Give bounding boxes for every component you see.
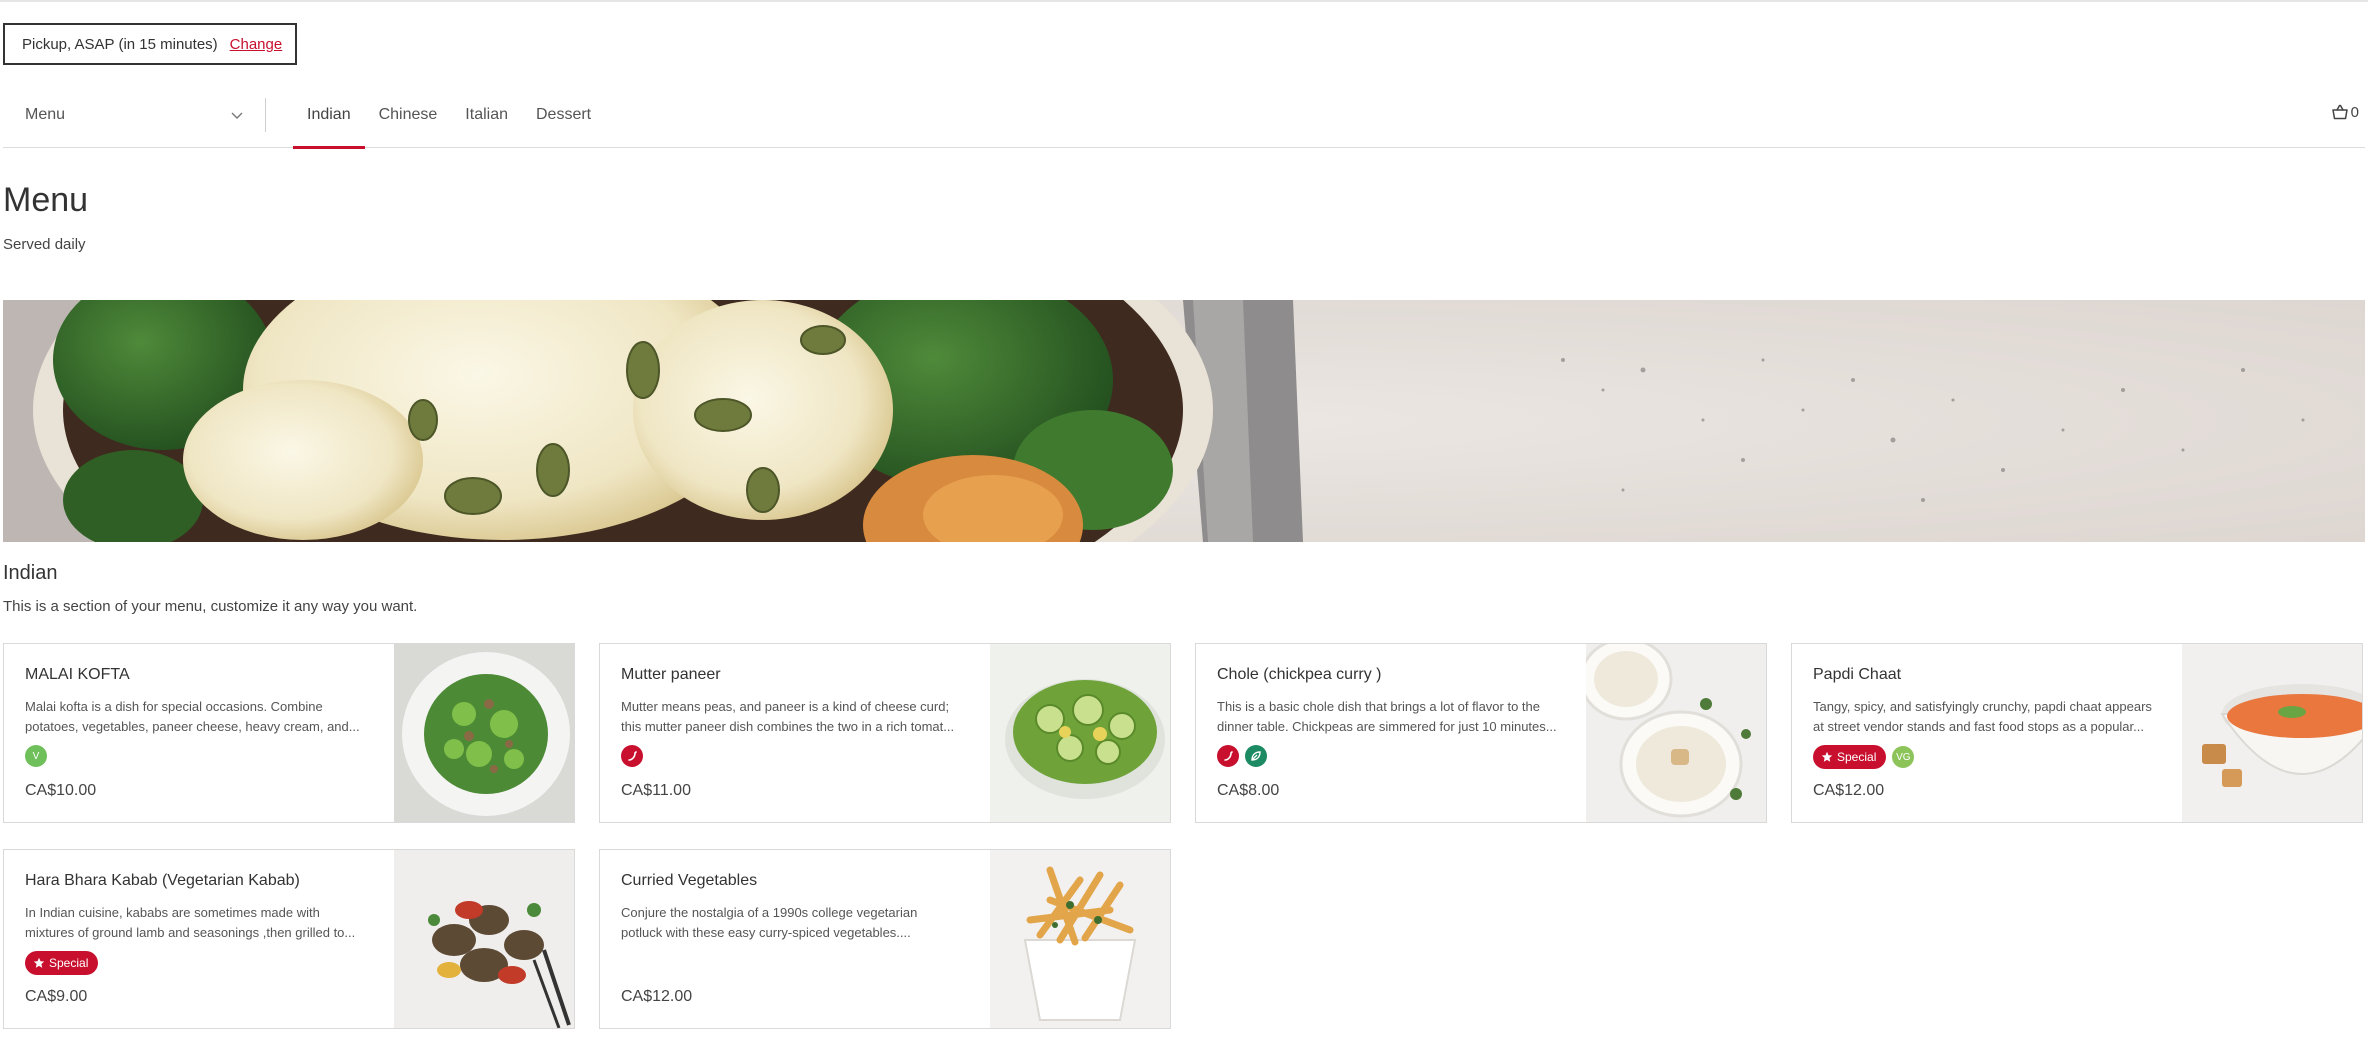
menu-item-name: Papdi Chaat: [1813, 666, 1902, 683]
menu-item-image: [2182, 644, 2362, 822]
menu-item-tags: [1217, 745, 1267, 767]
menu-item-tags: [621, 745, 643, 767]
vegan-badge: VG: [1892, 746, 1915, 768]
menu-item-price: CA$8.00: [1217, 782, 1280, 799]
cart-count: 0: [2350, 103, 2359, 121]
menu-item-info: MALAI KOFTA Malai kofta is a dish for sp…: [25, 644, 375, 822]
section-title: Indian: [3, 562, 58, 584]
menu-item-price: CA$12.00: [1813, 782, 1885, 799]
menu-item-name: Chole (chickpea curry ): [1217, 666, 1382, 683]
menu-item-description: This is a basic chole dish that brings a…: [1217, 699, 1557, 734]
menu-item-price: CA$9.00: [25, 988, 88, 1005]
tab-dessert[interactable]: Dessert: [522, 96, 605, 148]
pickup-text: Pickup, ASAP (in 15 minutes): [22, 35, 218, 53]
menu-item-name: Mutter paneer: [621, 666, 721, 683]
menu-item-image: [1586, 644, 1766, 822]
tab-italian[interactable]: Italian: [451, 96, 522, 148]
chili-pepper-icon: [1217, 745, 1239, 767]
top-border: [0, 0, 2368, 2]
menu-item-card[interactable]: MALAI KOFTA Malai kofta is a dish for sp…: [3, 643, 575, 823]
star-icon: [33, 957, 45, 968]
menu-item-description: Malai kofta is a dish for special occasi…: [25, 699, 360, 734]
menu-item-description: Tangy, spicy, and satisfyingly crunchy, …: [1813, 699, 2152, 734]
special-badge-label: Special: [49, 956, 89, 970]
section-description: This is a section of your menu, customiz…: [3, 598, 418, 615]
chili-pepper-icon: [621, 745, 643, 767]
tab-chinese[interactable]: Chinese: [365, 96, 452, 148]
menu-item-image: [394, 644, 574, 822]
menu-navigation: Menu Indian Chinese Italian Dessert 0: [3, 96, 2365, 149]
hero-banner-image: [3, 300, 2365, 542]
menu-item-card[interactable]: Mutter paneer Mutter means peas, and pan…: [599, 643, 1171, 823]
menu-item-image: [394, 850, 574, 1028]
special-badge: Special: [1813, 745, 1887, 769]
menu-item-card[interactable]: Hara Bhara Kabab (Vegetarian Kabab) In I…: [3, 849, 575, 1029]
chevron-down-icon: [231, 112, 243, 119]
menu-item-tags: Special VG: [1813, 745, 1915, 769]
menu-item-image: [990, 644, 1170, 822]
nav-divider: [265, 98, 266, 132]
menu-item-name: MALAI KOFTA: [25, 666, 130, 683]
menu-item-description: Mutter means peas, and paneer is a kind …: [621, 699, 955, 734]
menu-select-dropdown[interactable]: Menu: [25, 104, 245, 126]
menu-item-card[interactable]: Curried Vegetables Conjure the nostalgia…: [599, 849, 1171, 1029]
page-title: Menu: [3, 181, 89, 219]
tab-indian[interactable]: Indian: [293, 96, 365, 149]
pickup-info-box: Pickup, ASAP (in 15 minutes) Change: [3, 23, 297, 65]
menu-item-info: Curried Vegetables Conjure the nostalgia…: [621, 850, 971, 1028]
menu-item-price: CA$10.00: [25, 782, 97, 799]
category-tabs: Indian Chinese Italian Dessert: [293, 96, 605, 149]
menu-item-info: Chole (chickpea curry ) This is a basic …: [1217, 644, 1567, 822]
change-pickup-link[interactable]: Change: [230, 36, 283, 53]
menu-item-name: Curried Vegetables: [621, 872, 758, 889]
page-subtitle: Served daily: [3, 236, 86, 253]
special-badge-label: Special: [1837, 750, 1877, 764]
menu-item-info: Mutter paneer Mutter means peas, and pan…: [621, 644, 971, 822]
menu-item-info: Hara Bhara Kabab (Vegetarian Kabab) In I…: [25, 850, 375, 1028]
menu-item-price: CA$12.00: [621, 988, 693, 1005]
vegetarian-badge: V: [25, 745, 47, 767]
menu-item-price: CA$11.00: [621, 782, 691, 799]
menu-item-image: [990, 850, 1170, 1028]
menu-item-tags: V: [25, 745, 47, 767]
menu-item-tags: Special: [25, 951, 99, 975]
star-icon: [1821, 751, 1833, 762]
menu-item-description: Conjure the nostalgia of a 1990s college…: [621, 905, 918, 940]
menu-item-card[interactable]: Papdi Chaat Tangy, spicy, and satisfying…: [1791, 643, 2363, 823]
menu-select-value: Menu: [25, 106, 66, 123]
menu-item-name: Hara Bhara Kabab (Vegetarian Kabab): [25, 872, 300, 889]
menu-item-description: In Indian cuisine, kababs are sometimes …: [25, 905, 356, 940]
food-bowl-illustration: [3, 300, 2365, 542]
leaf-icon: [1245, 745, 1267, 767]
cart-button[interactable]: 0: [2331, 103, 2359, 121]
basket-icon: [2331, 104, 2348, 120]
special-badge: Special: [25, 951, 99, 975]
menu-item-card[interactable]: Chole (chickpea curry ) This is a basic …: [1195, 643, 1767, 823]
menu-items-grid: MALAI KOFTA Malai kofta is a dish for sp…: [3, 643, 2365, 1033]
menu-item-info: Papdi Chaat Tangy, spicy, and satisfying…: [1813, 644, 2163, 822]
